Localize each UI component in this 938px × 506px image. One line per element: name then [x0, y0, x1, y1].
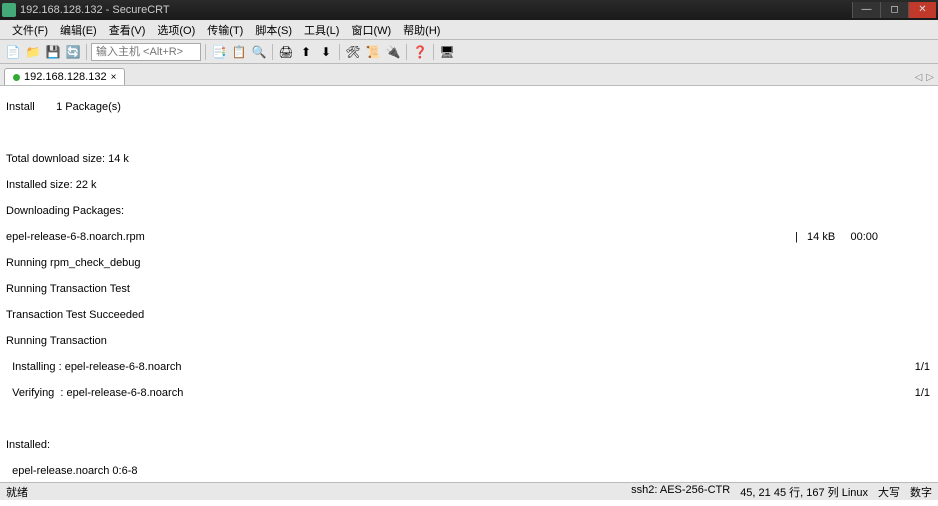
status-caps: 大写	[878, 484, 900, 500]
tab-prev-icon[interactable]: ◁	[915, 72, 923, 83]
status-num: 数字	[910, 484, 932, 500]
menu-edit[interactable]: 编辑(E)	[54, 20, 103, 40]
xfer-down-icon[interactable]: ⬇	[317, 43, 335, 61]
menu-window[interactable]: 窗口(W)	[345, 20, 397, 40]
status-ready: 就绪	[6, 484, 631, 500]
term-line: Install 1 Package(s)	[6, 101, 932, 114]
term-line	[6, 413, 932, 426]
host-input[interactable]	[91, 43, 201, 61]
menubar: 文件(F) 编辑(E) 查看(V) 选项(O) 传输(T) 脚本(S) 工具(L…	[0, 20, 938, 40]
menu-script[interactable]: 脚本(S)	[249, 20, 298, 40]
menu-transfer[interactable]: 传输(T)	[201, 20, 249, 40]
term-line: epel-release-6-8.noarch.rpm| 14 kB 00:00	[6, 231, 932, 244]
tabbar: 192.168.128.132 × ◁ ▷	[0, 64, 938, 86]
toolbar: 📄 📁 💾 🔄 📑 📋 🔍 🖨 ⬆ ⬇ 🛠 📜 🔌 ❓ 🖥	[0, 40, 938, 64]
menu-view[interactable]: 查看(V)	[103, 20, 152, 40]
window-title: 192.168.128.132 - SecureCRT	[20, 4, 852, 16]
term-line: Installed:	[6, 439, 932, 452]
menu-tools[interactable]: 工具(L)	[298, 20, 345, 40]
tab-close-icon[interactable]: ×	[111, 72, 117, 83]
term-line: Running Transaction Test	[6, 283, 932, 296]
menu-file[interactable]: 文件(F)	[6, 20, 54, 40]
paste-icon[interactable]: 📋	[230, 43, 248, 61]
titlebar: 192.168.128.132 - SecureCRT — ◻ ✕	[0, 0, 938, 20]
options-icon[interactable]: 🛠	[344, 43, 362, 61]
minimize-button[interactable]: —	[852, 2, 880, 18]
toolbar-separator	[272, 44, 273, 60]
statusbar: 就绪 ssh2: AES-256-CTR 45, 21 45 行, 167 列 …	[0, 482, 938, 500]
disconnect-icon[interactable]: 🔌	[384, 43, 402, 61]
print-icon[interactable]: 🖨	[277, 43, 295, 61]
term-line: Verifying : epel-release-6-8.noarch1/1	[6, 387, 932, 400]
menu-options[interactable]: 选项(O)	[151, 20, 201, 40]
term-line: Installing : epel-release-6-8.noarch1/1	[6, 361, 932, 374]
maximize-button[interactable]: ◻	[880, 2, 908, 18]
toolbar-separator	[205, 44, 206, 60]
terminal-icon[interactable]: 🖥	[438, 43, 456, 61]
reconnect-icon[interactable]: 🔄	[64, 43, 82, 61]
session-tab[interactable]: 192.168.128.132 ×	[4, 68, 125, 85]
term-line: epel-release.noarch 0:6-8	[6, 465, 932, 478]
new-session-icon[interactable]: 📄	[4, 43, 22, 61]
term-line: Transaction Test Succeeded	[6, 309, 932, 322]
tab-label: 192.168.128.132	[24, 71, 107, 83]
term-line: Downloading Packages:	[6, 205, 932, 218]
connected-indicator-icon	[13, 74, 20, 81]
xfer-up-icon[interactable]: ⬆	[297, 43, 315, 61]
toolbar-separator	[433, 44, 434, 60]
term-line: Total download size: 14 k	[6, 153, 932, 166]
status-position: 45, 21 45 行, 167 列 Linux	[740, 484, 868, 500]
close-button[interactable]: ✕	[908, 2, 936, 18]
term-line: Installed size: 22 k	[6, 179, 932, 192]
find-icon[interactable]: 🔍	[250, 43, 268, 61]
tab-next-icon[interactable]: ▷	[926, 72, 934, 83]
menu-help[interactable]: 帮助(H)	[397, 20, 446, 40]
term-line	[6, 127, 932, 140]
status-ssh: ssh2: AES-256-CTR	[631, 484, 730, 500]
term-line: Running Transaction	[6, 335, 932, 348]
term-line: Running rpm_check_debug	[6, 257, 932, 270]
toolbar-separator	[406, 44, 407, 60]
toolbar-separator	[86, 44, 87, 60]
open-icon[interactable]: 📁	[24, 43, 42, 61]
copy-icon[interactable]: 📑	[210, 43, 228, 61]
script-icon[interactable]: 📜	[364, 43, 382, 61]
save-icon[interactable]: 💾	[44, 43, 62, 61]
help-icon[interactable]: ❓	[411, 43, 429, 61]
toolbar-separator	[339, 44, 340, 60]
terminal-output[interactable]: Install 1 Package(s) Total download size…	[0, 86, 938, 506]
app-icon	[2, 3, 16, 17]
